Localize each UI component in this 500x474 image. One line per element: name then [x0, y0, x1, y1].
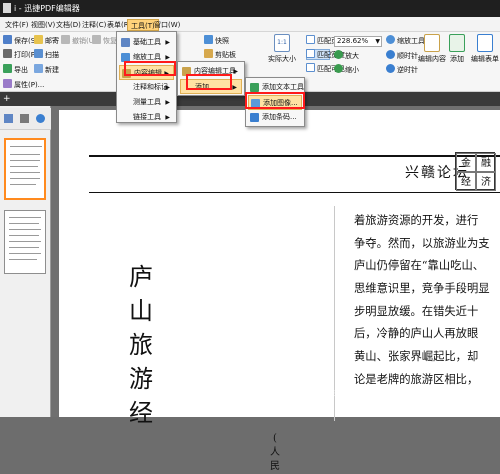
save-icon	[3, 35, 12, 44]
app-icon	[3, 3, 11, 13]
undo-icon	[61, 35, 70, 44]
title-bar: i - 迅捷PDF编辑器	[0, 0, 500, 17]
properties-icon	[3, 79, 12, 88]
thumbnail-toolbar	[0, 108, 51, 130]
zoom-out-button[interactable]: 缩小	[334, 64, 359, 76]
rotate-counterclockwise-icon	[386, 64, 395, 73]
add-text-icon	[449, 34, 465, 52]
pdf-page[interactable]: 兴赣论坛 金 融 经 济 庐 山 旅 游 经 ( 人 民 着旅游资源的开发，进行…	[59, 110, 500, 472]
fit-visible-icon	[306, 63, 315, 72]
rotate-ccw-button[interactable]: 逆时针	[386, 64, 418, 76]
window-title: i - 迅捷PDF编辑器	[14, 4, 80, 13]
edit-form-button[interactable]: 编辑表单	[470, 34, 500, 64]
header-rule-bottom	[89, 192, 500, 193]
page-thumbnail-2[interactable]	[4, 210, 46, 274]
add-text-tool-icon	[250, 83, 259, 92]
email-icon	[34, 35, 43, 44]
fit-page-icon	[306, 35, 315, 44]
actual-size-button[interactable]: 1:1 实际大小	[264, 34, 300, 64]
article-body: 着旅游资源的开发，进行 争夺。然而，以旅游业为支 庐山仍停留在“靠山吃山、 思维…	[354, 214, 490, 386]
menu-add-barcode[interactable]: 添加条码...	[248, 110, 302, 125]
camera-icon	[204, 35, 213, 44]
callout-add-image	[245, 92, 305, 109]
tools-menu: 基础工具 ▶ 缩放工具 ▶ 内容编辑 ▶ 注释和标记 ▶ 测量工具 ▶ 链接工具 ▶	[116, 31, 177, 123]
form-icon	[477, 34, 493, 52]
clipboard-button[interactable]: 剪贴板	[204, 49, 236, 61]
actual-size-icon: 1:1	[274, 34, 290, 52]
menu-measure[interactable]: 测量工具 ▶	[119, 95, 174, 110]
print-button[interactable]: 打印(P)	[3, 49, 38, 61]
watermark: Baidu经验	[325, 386, 379, 399]
callout-content-edit	[124, 61, 176, 76]
menu-annotation[interactable]: 注释和标记 ▶	[119, 80, 174, 95]
rotate-cw-button[interactable]: 顺时针	[386, 50, 418, 62]
thumbnail-panel	[0, 106, 51, 417]
article-title: 庐 山 旅 游 经	[129, 263, 153, 427]
scan-button[interactable]: 扫描	[34, 49, 59, 61]
save-button[interactable]: 保存(S)	[3, 35, 38, 47]
fit-width-icon	[306, 49, 315, 58]
add-button[interactable]: 添加	[446, 34, 468, 64]
page-icon[interactable]	[4, 114, 13, 123]
redo-icon	[92, 35, 101, 44]
zoom-in-button[interactable]: 放大	[334, 50, 359, 62]
plus-icon[interactable]: +	[3, 94, 13, 104]
page-thumbnail-1[interactable]	[4, 138, 46, 200]
article-author: ( 人 民	[270, 433, 280, 472]
snapshot-button[interactable]: 快照	[204, 35, 229, 47]
edit-content-icon	[424, 34, 440, 52]
new-document-icon	[34, 64, 43, 73]
clipboard-icon	[204, 49, 213, 58]
chevron-down-icon: ▼	[375, 38, 380, 45]
printer-icon	[3, 49, 12, 58]
zoom-out-icon	[334, 64, 343, 73]
scanner-icon	[34, 49, 43, 58]
rotate-clockwise-icon	[386, 50, 395, 59]
menu-window[interactable]: 窗口(W)	[151, 19, 183, 31]
journal-seal: 金 融 经 济	[455, 152, 496, 191]
export-icon	[3, 64, 12, 73]
zoom-in-icon	[334, 50, 343, 59]
email-button[interactable]: 邮寄	[34, 35, 59, 47]
properties-button[interactable]: 属性(P)...	[3, 79, 44, 91]
new-button[interactable]: 新建	[34, 64, 59, 76]
zoom-combo[interactable]: 228.62% ▼	[334, 36, 382, 47]
basic-tools-icon	[121, 38, 130, 47]
export-button[interactable]: 导出	[3, 64, 28, 76]
rotate-page-icon[interactable]	[36, 114, 45, 123]
callout-add	[186, 74, 232, 90]
menu-link-tools[interactable]: 链接工具 ▶	[119, 110, 174, 125]
barcode-icon	[250, 113, 259, 122]
edit-content-button[interactable]: 编辑内容	[418, 34, 446, 64]
delete-page-icon[interactable]	[20, 114, 29, 123]
header-rule-top	[89, 155, 500, 157]
magnifier-icon	[386, 35, 395, 44]
menu-basic-tools[interactable]: 基础工具 ▶	[119, 35, 174, 50]
document-viewer[interactable]: 兴赣论坛 金 融 经 济 庐 山 旅 游 经 ( 人 民 着旅游资源的开发，进行…	[51, 106, 500, 472]
menu-bar: 文件(F) 视图(V) 文档(D) 注释(C) 表单(R) 工具(T) 窗口(W…	[0, 17, 500, 32]
